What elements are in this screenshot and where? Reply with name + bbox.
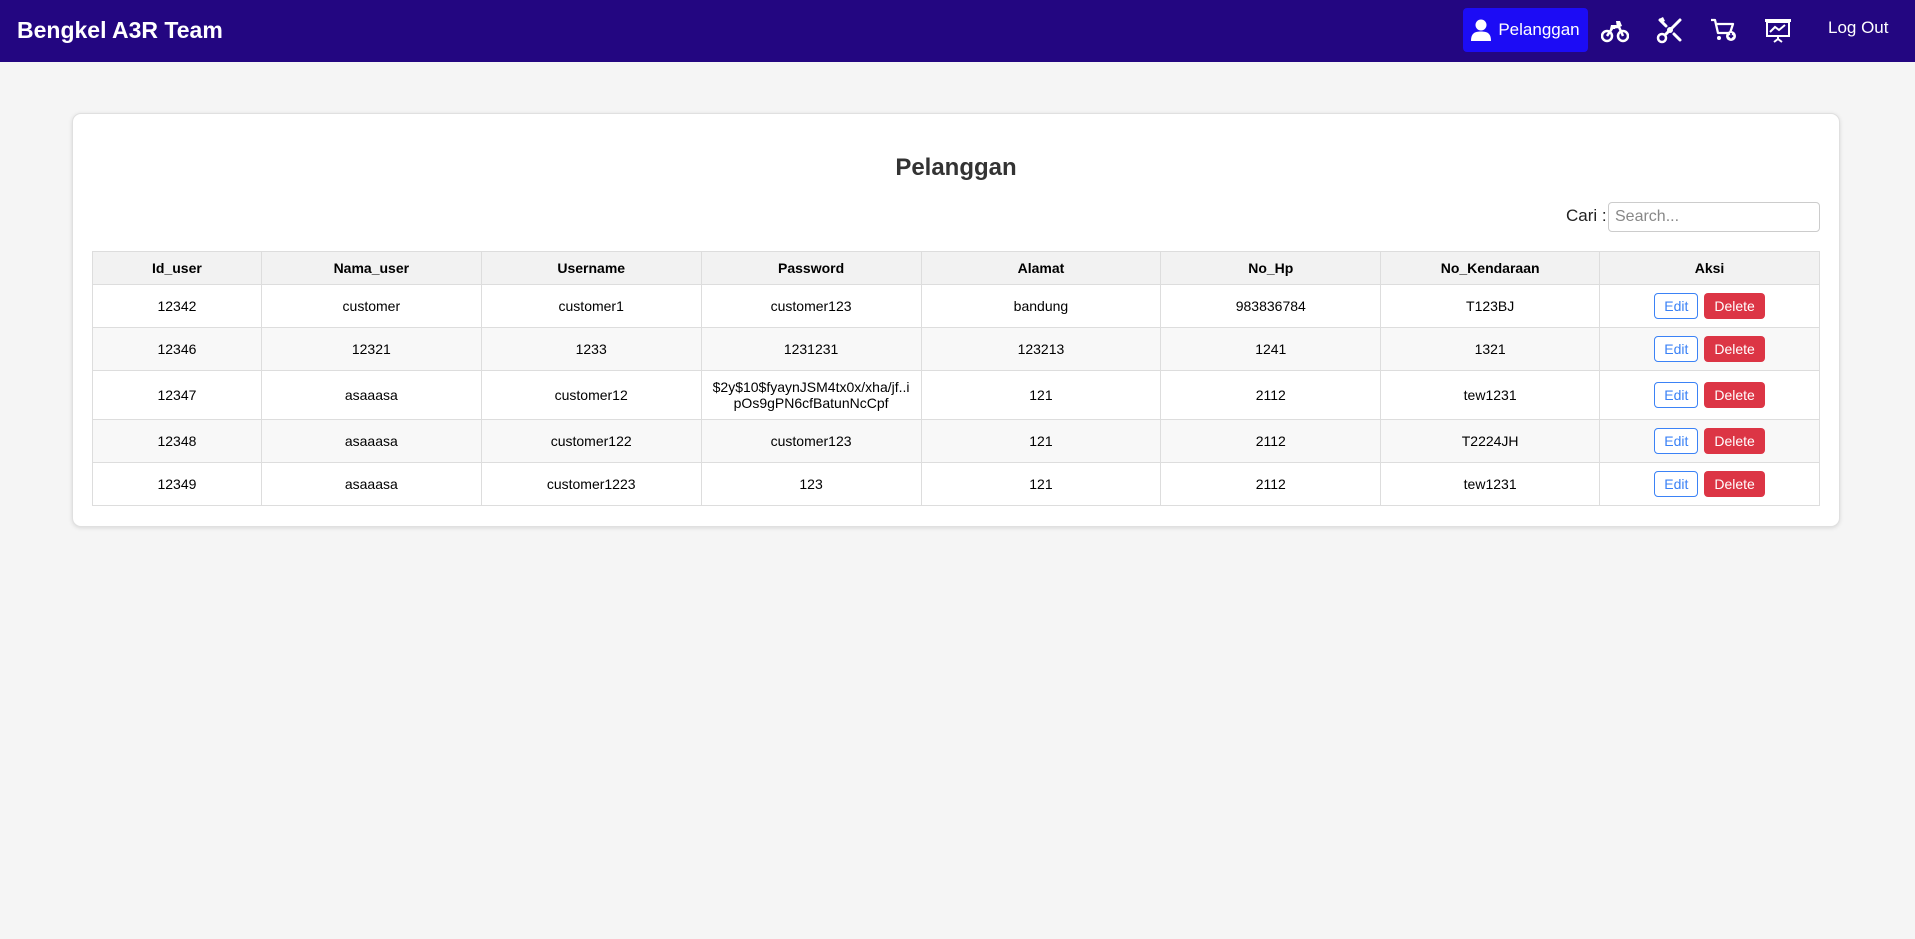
cell-actions: Edit Delete (1599, 462, 1820, 506)
cell-password: 123 (700, 462, 922, 506)
nav-item-cart[interactable] (1706, 13, 1740, 47)
cell-password: $2y$10$fyaynJSM4tx0x/xha/jf..ipOs9gPN6cf… (700, 370, 922, 420)
column-header: No_Kendaraan (1380, 251, 1601, 285)
cell-password: 1231231 (700, 327, 922, 371)
cell-actions: Edit Delete (1599, 370, 1820, 420)
cell-alamat: 121 (920, 462, 1162, 506)
column-header: Aksi (1599, 251, 1820, 285)
nav-item-pelanggan[interactable]: Pelanggan (1463, 8, 1588, 52)
cell-alamat: bandung (920, 284, 1162, 328)
table-row: 12348 asaaasa customer122 customer123 12… (92, 419, 1820, 463)
cell-actions: Edit Delete (1599, 327, 1820, 371)
cell-username: 1233 (480, 327, 702, 371)
cell-no-hp: 983836784 (1160, 284, 1382, 328)
table-header-row: Id_user Nama_user Username Password Alam… (92, 251, 1820, 285)
table-row: 12346 12321 1233 1231231 123213 1241 132… (92, 327, 1820, 371)
cell-alamat: 123213 (920, 327, 1162, 371)
column-header: Password (700, 251, 922, 285)
cell-username: customer122 (480, 419, 702, 463)
motorcycle-icon (1601, 21, 1629, 43)
cell-id-user: 12349 (92, 462, 262, 506)
column-header: Alamat (920, 251, 1162, 285)
cell-no-hp: 2112 (1160, 370, 1382, 420)
column-header: No_Hp (1160, 251, 1382, 285)
edit-button[interactable]: Edit (1654, 382, 1699, 408)
cell-no-kendaraan: tew1231 (1380, 462, 1601, 506)
table-row: 12347 asaaasa customer12 $2y$10$fyaynJSM… (92, 370, 1820, 420)
edit-button[interactable]: Edit (1654, 471, 1699, 497)
nav-item-tools[interactable] (1653, 13, 1687, 47)
wrench-icon (1656, 17, 1682, 44)
search-label: Cari : (1566, 206, 1607, 225)
table-row: 12342 customer customer1 customer123 ban… (92, 284, 1820, 328)
logout-link[interactable]: Log Out (1828, 18, 1889, 38)
delete-button[interactable]: Delete (1704, 382, 1765, 408)
customer-table: Id_user Nama_user Username Password Alam… (92, 251, 1820, 506)
cell-actions: Edit Delete (1599, 419, 1820, 463)
column-header: Username (480, 251, 702, 285)
cell-no-hp: 1241 (1160, 327, 1382, 371)
brand-title: Bengkel A3R Team (17, 17, 223, 43)
cell-id-user: 12347 (92, 370, 262, 420)
nav-item-motorcycle[interactable] (1598, 13, 1632, 47)
delete-button[interactable]: Delete (1704, 471, 1765, 497)
edit-button[interactable]: Edit (1654, 336, 1699, 362)
cell-username: customer12 (480, 370, 702, 420)
user-icon (1471, 19, 1492, 41)
cell-password: customer123 (700, 419, 922, 463)
cell-id-user: 12346 (92, 327, 262, 371)
cell-id-user: 12342 (92, 284, 262, 328)
delete-button[interactable]: Delete (1704, 428, 1765, 454)
search-input[interactable] (1608, 202, 1820, 232)
cell-nama-user: asaaasa (260, 462, 482, 506)
cell-username: customer1 (480, 284, 702, 328)
cell-nama-user: asaaasa (260, 370, 482, 420)
edit-button[interactable]: Edit (1654, 428, 1699, 454)
cell-nama-user: 12321 (260, 327, 482, 371)
cell-actions: Edit Delete (1599, 284, 1820, 328)
cell-nama-user: asaaasa (260, 419, 482, 463)
navbar: Bengkel A3R Team Pelanggan Log Out (0, 0, 1915, 62)
nav-item-report[interactable] (1761, 13, 1795, 47)
cell-no-hp: 2112 (1160, 419, 1382, 463)
column-header: Nama_user (260, 251, 482, 285)
cell-alamat: 121 (920, 419, 1162, 463)
cell-id-user: 12348 (92, 419, 262, 463)
page-title: Pelanggan (895, 154, 1017, 181)
content-card: Pelanggan Cari : Id_user Nama_user Usern… (72, 113, 1840, 527)
delete-button[interactable]: Delete (1704, 336, 1765, 362)
cart-icon (1711, 18, 1736, 41)
edit-button[interactable]: Edit (1654, 293, 1699, 319)
cell-no-kendaraan: T2224JH (1380, 419, 1601, 463)
cell-no-kendaraan: 1321 (1380, 327, 1601, 371)
cell-nama-user: customer (260, 284, 482, 328)
cell-no-hp: 2112 (1160, 462, 1382, 506)
delete-button[interactable]: Delete (1704, 293, 1765, 319)
cell-password: customer123 (700, 284, 922, 328)
cell-username: customer1223 (480, 462, 702, 506)
cell-alamat: 121 (920, 370, 1162, 420)
column-header: Id_user (92, 251, 262, 285)
presentation-chart-icon (1765, 19, 1791, 43)
nav-item-pelanggan-label: Pelanggan (1498, 20, 1580, 39)
table-row: 12349 asaaasa customer1223 123 121 2112 … (92, 462, 1820, 506)
cell-no-kendaraan: tew1231 (1380, 370, 1601, 420)
cell-no-kendaraan: T123BJ (1380, 284, 1601, 328)
